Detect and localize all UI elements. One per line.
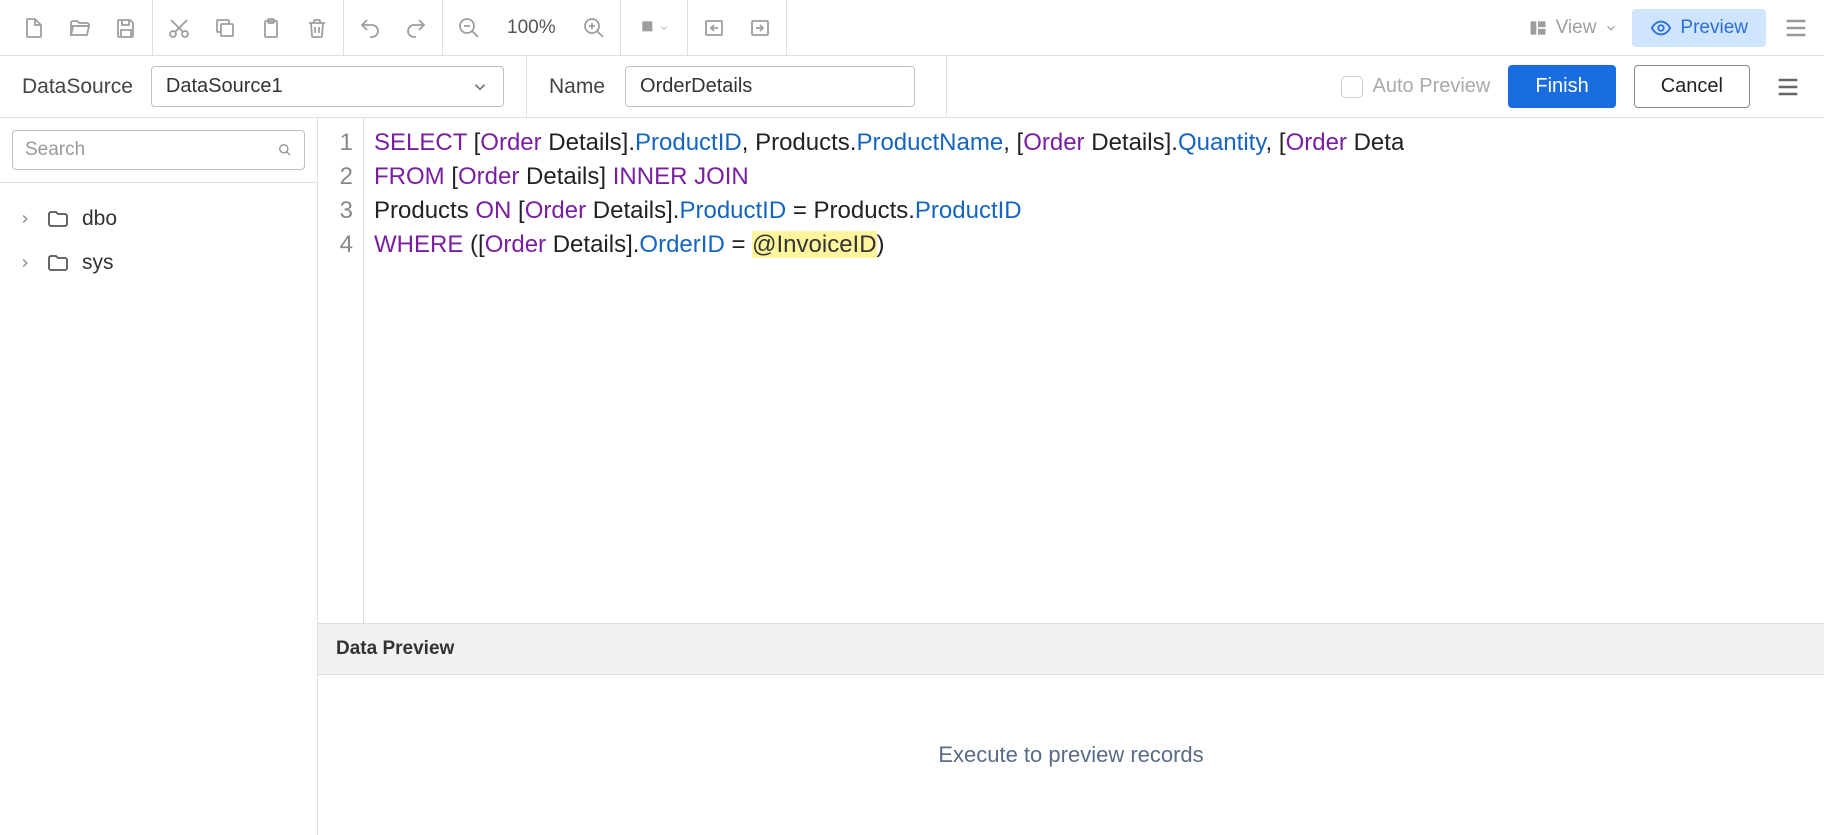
tree-item-label: dbo (82, 207, 117, 231)
query-menu-button[interactable] (1768, 67, 1808, 107)
datasource-select[interactable]: DataSource1 (151, 66, 504, 107)
delete-button[interactable] (301, 12, 333, 44)
redo-button[interactable] (400, 12, 432, 44)
auto-preview-label: Auto Preview (1373, 75, 1491, 98)
history-group (344, 0, 443, 55)
search-box[interactable] (12, 130, 305, 170)
hamburger-button[interactable] (1776, 8, 1816, 48)
save-button[interactable] (110, 12, 142, 44)
view-label: View (1556, 17, 1597, 39)
sql-editor[interactable]: 1 2 3 4 SELECT [Order Details].ProductID… (318, 118, 1824, 623)
zoom-level: 100% (499, 17, 564, 39)
chevron-right-icon (16, 212, 34, 226)
layer-group (621, 0, 688, 55)
file-group (8, 0, 153, 55)
data-preview-empty-text: Execute to preview records (938, 742, 1203, 768)
preview-button[interactable]: Preview (1632, 9, 1766, 47)
schema-tree: dbo sys (0, 183, 317, 299)
code-line: SELECT [Order Details].ProductID, Produc… (374, 126, 1404, 160)
schema-sidebar: dbo sys (0, 118, 318, 835)
code-line: WHERE ([Order Details].OrderID = @Invoic… (374, 228, 1404, 262)
preview-label: Preview (1680, 17, 1748, 39)
tree-item-sys[interactable]: sys (8, 241, 309, 285)
edit-group (153, 0, 344, 55)
snap-left-button[interactable] (698, 12, 730, 44)
undo-button[interactable] (354, 12, 386, 44)
zoom-out-button[interactable] (453, 12, 485, 44)
line-number: 1 (318, 126, 353, 160)
tree-item-dbo[interactable]: dbo (8, 197, 309, 241)
snap-right-button[interactable] (744, 12, 776, 44)
search-icon (278, 139, 292, 161)
grid-group (688, 0, 787, 55)
main-area: dbo sys 1 2 3 4 SELECT [Order (0, 118, 1824, 835)
folder-icon (46, 251, 70, 275)
main-toolbar: 100% View Preview (0, 0, 1824, 56)
line-number: 3 (318, 194, 353, 228)
datasource-label: DataSource (22, 75, 133, 99)
line-number: 2 (318, 160, 353, 194)
layer-dropdown-button[interactable] (631, 12, 677, 44)
line-gutter: 1 2 3 4 (318, 118, 364, 623)
cut-button[interactable] (163, 12, 195, 44)
auto-preview-checkbox[interactable]: Auto Preview (1341, 75, 1491, 98)
data-preview-header[interactable]: Data Preview (318, 623, 1824, 675)
datasource-section: DataSource DataSource1 (0, 56, 527, 117)
data-preview-body: Execute to preview records (318, 675, 1824, 835)
open-file-button[interactable] (64, 12, 96, 44)
view-button[interactable]: View (1514, 11, 1633, 45)
copy-button[interactable] (209, 12, 241, 44)
line-number: 4 (318, 228, 353, 262)
code-line: Products ON [Order Details].ProductID = … (374, 194, 1404, 228)
actions-section: Auto Preview Finish Cancel (947, 65, 1824, 108)
editor-area: 1 2 3 4 SELECT [Order Details].ProductID… (318, 118, 1824, 835)
finish-button[interactable]: Finish (1508, 65, 1615, 108)
zoom-in-button[interactable] (578, 12, 610, 44)
name-section: Name (527, 56, 947, 117)
name-label: Name (549, 75, 605, 99)
code-line: FROM [Order Details] INNER JOIN (374, 160, 1404, 194)
zoom-group: 100% (443, 0, 621, 55)
folder-icon (46, 207, 70, 231)
new-file-button[interactable] (18, 12, 50, 44)
paste-button[interactable] (255, 12, 287, 44)
code-body[interactable]: SELECT [Order Details].ProductID, Produc… (364, 118, 1404, 623)
search-container (0, 118, 317, 183)
config-bar: DataSource DataSource1 Name Auto Preview… (0, 56, 1824, 118)
datasource-value: DataSource1 (166, 75, 283, 98)
checkbox-icon (1341, 76, 1363, 98)
cancel-button[interactable]: Cancel (1634, 65, 1750, 108)
search-input[interactable] (25, 139, 270, 161)
tree-item-label: sys (82, 251, 114, 275)
chevron-right-icon (16, 256, 34, 270)
name-input[interactable] (625, 66, 915, 107)
